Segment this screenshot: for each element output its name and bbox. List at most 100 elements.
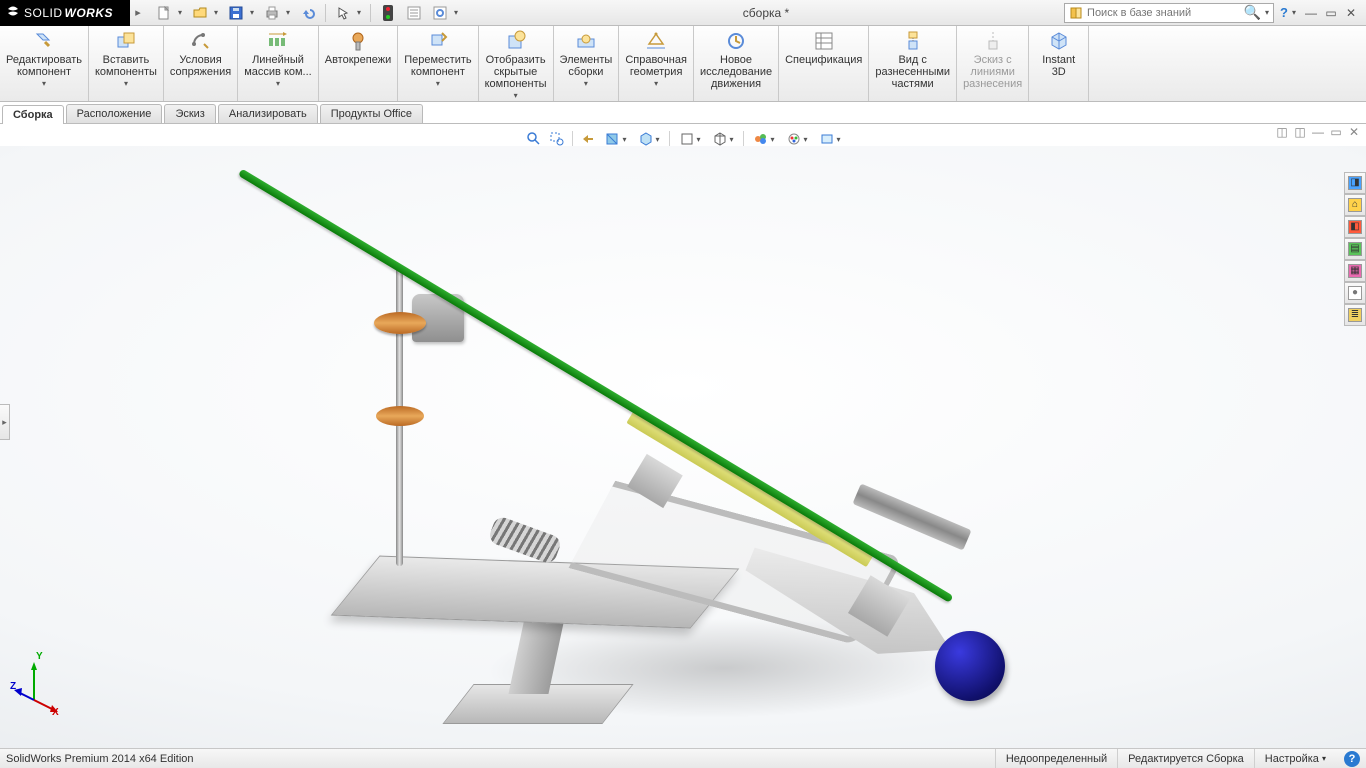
ribbon-edit-component[interactable]: Редактироватькомпонент▾ bbox=[0, 26, 89, 101]
minimize-button[interactable]: ― bbox=[1302, 6, 1320, 20]
separator bbox=[325, 4, 326, 22]
doc-prev-icon[interactable]: ◫ bbox=[1274, 125, 1290, 139]
ribbon-motion-study[interactable]: Новоеисследованиедвижения bbox=[694, 26, 779, 101]
move-component-icon bbox=[427, 29, 449, 53]
brand-solid: SOLID bbox=[24, 6, 63, 20]
doc-next-icon[interactable]: ◫ bbox=[1292, 125, 1308, 139]
triad-x-label: X bbox=[52, 707, 59, 718]
status-mode: Редактируется Сборка bbox=[1117, 749, 1254, 768]
doc-minimize-button[interactable]: ― bbox=[1310, 125, 1326, 139]
instant3d-icon bbox=[1048, 29, 1070, 53]
triad-y-label: Y bbox=[36, 651, 43, 662]
appearances-icon[interactable]: ◧ bbox=[1344, 216, 1366, 238]
ribbon-insert-components[interactable]: Вставитькомпоненты▾ bbox=[89, 26, 164, 101]
instant3d-label: Instant3D bbox=[1042, 54, 1075, 78]
knife-handle bbox=[852, 483, 971, 550]
chevron-down-icon: ▾ bbox=[514, 91, 518, 100]
panel-toggle[interactable]: ◨ bbox=[1344, 172, 1366, 194]
move-component-label: Переместитькомпонент bbox=[404, 54, 471, 78]
window-controls: ― ▭ ✕ bbox=[1302, 6, 1366, 20]
chevron-down-icon: ▾ bbox=[436, 79, 440, 88]
motion-study-icon bbox=[725, 29, 747, 53]
ribbon-assembly-features[interactable]: Элементысборки▾ bbox=[554, 26, 620, 101]
show-hidden-label: Отобразитьскрытыекомпоненты bbox=[485, 54, 547, 90]
tab-office[interactable]: Продукты Office bbox=[320, 104, 423, 123]
tab-sketch[interactable]: Эскиз bbox=[164, 104, 215, 123]
traffic-light-icon[interactable] bbox=[376, 2, 400, 24]
triad-z-label: Z bbox=[10, 681, 16, 692]
motion-study-label: Новоеисследованиедвижения bbox=[700, 54, 772, 90]
mate-icon bbox=[190, 29, 212, 53]
open-document-button[interactable]: ▾ bbox=[188, 2, 222, 24]
assembly-features-label: Элементысборки bbox=[560, 54, 613, 78]
ribbon-bom[interactable]: Спецификация bbox=[779, 26, 869, 101]
ribbon-move-component[interactable]: Переместитькомпонент▾ bbox=[398, 26, 478, 101]
explode-sketch-icon bbox=[982, 29, 1004, 53]
print-button[interactable]: ▾ bbox=[260, 2, 294, 24]
knowledge-search[interactable]: 🔍▾ bbox=[1064, 3, 1274, 23]
rebuild-button[interactable]: ▾ bbox=[428, 2, 462, 24]
doc-close-button[interactable]: ✕ bbox=[1346, 125, 1362, 139]
select-button[interactable]: ▾ bbox=[331, 2, 365, 24]
status-help-icon[interactable]: ? bbox=[1344, 751, 1360, 767]
orientation-triad[interactable]: Y Z X bbox=[14, 652, 74, 712]
separator bbox=[572, 131, 573, 147]
ref-geometry-label: Справочнаягеометрия bbox=[625, 54, 687, 78]
assembly-model bbox=[180, 186, 1080, 746]
handle-ball bbox=[935, 631, 1005, 701]
assembly-features-icon bbox=[575, 29, 597, 53]
main-menu-dropdown[interactable]: ▸ bbox=[130, 6, 146, 19]
forum-icon[interactable]: ≣ bbox=[1344, 304, 1366, 326]
smart-fasteners-label: Автокрепежи bbox=[325, 54, 391, 66]
chevron-down-icon: ▾ bbox=[276, 79, 280, 88]
ds-logo-icon bbox=[6, 6, 20, 20]
tab-layout[interactable]: Расположение bbox=[66, 104, 163, 123]
exploded-view-label: Вид сразнесеннымичастями bbox=[875, 54, 950, 90]
ribbon-show-hidden[interactable]: Отобразитьскрытыекомпоненты▾ bbox=[479, 26, 554, 101]
command-manager-tabs: СборкаРасположениеЭскизАнализироватьПрод… bbox=[0, 102, 1366, 124]
ribbon-instant3d[interactable]: Instant3D bbox=[1029, 26, 1089, 101]
brand-works: WORKS bbox=[65, 6, 114, 20]
status-bar: SolidWorks Premium 2014 x64 Edition Недо… bbox=[0, 748, 1366, 768]
doc-maximize-button[interactable]: ▭ bbox=[1328, 125, 1344, 139]
ribbon: Редактироватькомпонент▾Вставитькомпонент… bbox=[0, 26, 1366, 102]
edit-component-icon bbox=[33, 29, 55, 53]
insert-components-label: Вставитькомпоненты bbox=[95, 54, 157, 78]
search-icon[interactable]: 🔍 bbox=[1244, 4, 1261, 21]
maximize-button[interactable]: ▭ bbox=[1322, 6, 1340, 20]
new-document-button[interactable]: ▾ bbox=[152, 2, 186, 24]
decals-icon[interactable]: ▤ bbox=[1344, 238, 1366, 260]
ribbon-mate[interactable]: Условиясопряжения bbox=[164, 26, 238, 101]
home-icon[interactable]: ⌂ bbox=[1344, 194, 1366, 216]
task-pane-tabs: ◨⌂◧▤▦●≣ bbox=[1344, 172, 1366, 326]
ribbon-linear-pattern[interactable]: Линейныймассив ком...▾ bbox=[238, 26, 319, 101]
ribbon-smart-fasteners[interactable]: Автокрепежи bbox=[319, 26, 398, 101]
save-button[interactable]: ▾ bbox=[224, 2, 258, 24]
edit-component-label: Редактироватькомпонент bbox=[6, 54, 82, 78]
search-input[interactable] bbox=[1087, 7, 1240, 19]
status-custom[interactable]: Настройка ▾ bbox=[1254, 749, 1336, 768]
undo-button[interactable] bbox=[296, 2, 320, 24]
separator bbox=[669, 131, 670, 147]
spring bbox=[487, 515, 562, 565]
separator bbox=[370, 4, 371, 22]
document-window-controls: ◫ ◫ ― ▭ ✕ bbox=[1274, 125, 1362, 139]
tab-evaluate[interactable]: Анализировать bbox=[218, 104, 318, 123]
tab-assembly[interactable]: Сборка bbox=[2, 105, 64, 124]
help-button[interactable]: ? bbox=[1280, 5, 1288, 20]
ribbon-explode-sketch: Эскиз слиниямиразнесения bbox=[957, 26, 1029, 101]
help-cluster: ?▾ bbox=[1274, 5, 1302, 20]
feature-manager-flyout[interactable]: ▸ bbox=[0, 404, 10, 440]
ribbon-ref-geometry[interactable]: Справочнаягеометрия▾ bbox=[619, 26, 694, 101]
menu-bar: SOLIDWORKS ▸ ▾ ▾ ▾ ▾ ▾ ▾ сборка * 🔍▾ ?▾ … bbox=[0, 0, 1366, 26]
options-button[interactable] bbox=[402, 2, 426, 24]
app-logo: SOLIDWORKS bbox=[0, 0, 130, 26]
ribbon-exploded-view[interactable]: Вид сразнесеннымичастями bbox=[869, 26, 957, 101]
render-tools-icon[interactable]: ● bbox=[1344, 282, 1366, 304]
close-button[interactable]: ✕ bbox=[1342, 6, 1360, 20]
graphics-viewport[interactable]: Y Z X bbox=[0, 146, 1366, 748]
document-title: сборка * bbox=[468, 6, 1064, 20]
linear-pattern-label: Линейныймассив ком... bbox=[244, 54, 312, 78]
chevron-down-icon: ▾ bbox=[124, 79, 128, 88]
custom-props-icon[interactable]: ▦ bbox=[1344, 260, 1366, 282]
